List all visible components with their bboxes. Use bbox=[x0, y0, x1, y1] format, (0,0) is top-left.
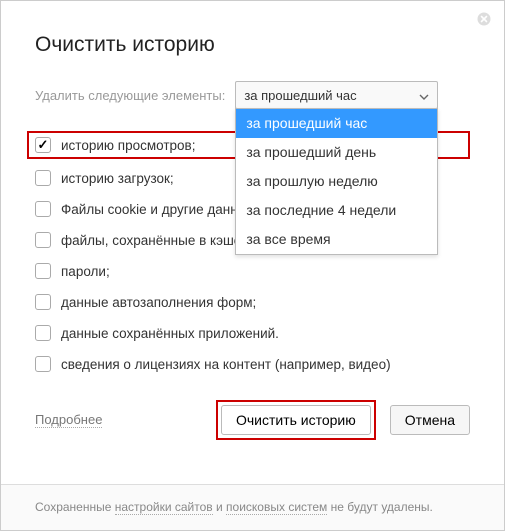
checkbox[interactable] bbox=[35, 263, 51, 279]
time-range-dropdown: за прошедший часза прошедший деньза прош… bbox=[235, 108, 438, 255]
actions-row: Подробнее Очистить историю Отмена bbox=[35, 400, 470, 440]
checkbox[interactable] bbox=[35, 137, 51, 153]
checkbox-row: данные сохранённых приложений. bbox=[35, 325, 470, 341]
checkbox-row: данные автозаполнения форм; bbox=[35, 294, 470, 310]
footer-link-sites[interactable]: настройки сайтов bbox=[115, 500, 213, 515]
dropdown-item[interactable]: за прошедший день bbox=[236, 138, 437, 167]
more-link[interactable]: Подробнее bbox=[35, 412, 102, 428]
checkbox-label: историю загрузок; bbox=[61, 171, 174, 186]
time-range-label: Удалить следующие элементы: bbox=[35, 88, 225, 103]
dropdown-item[interactable]: за последние 4 недели bbox=[236, 196, 437, 225]
checkbox[interactable] bbox=[35, 294, 51, 310]
checkbox[interactable] bbox=[35, 201, 51, 217]
time-range-row: Удалить следующие элементы: за прошедший… bbox=[35, 81, 470, 109]
dropdown-item[interactable]: за все время bbox=[236, 225, 437, 254]
checkbox-label: сведения о лицензиях на контент (наприме… bbox=[61, 357, 391, 372]
cancel-button[interactable]: Отмена bbox=[390, 405, 470, 435]
checkbox-label: данные сохранённых приложений. bbox=[61, 326, 279, 341]
dialog: Очистить историю Удалить следующие элеме… bbox=[0, 0, 505, 531]
footer-text: Сохраненные bbox=[35, 500, 115, 514]
checkbox[interactable] bbox=[35, 232, 51, 248]
time-range-value: за прошедший час bbox=[244, 88, 356, 103]
dialog-body: Очистить историю Удалить следующие элеме… bbox=[1, 1, 504, 458]
footer: Сохраненные настройки сайтов и поисковых… bbox=[1, 484, 504, 530]
time-range-select-wrap: за прошедший час за прошедший часза прош… bbox=[235, 81, 438, 109]
page-title: Очистить историю bbox=[35, 33, 470, 57]
checkbox[interactable] bbox=[35, 170, 51, 186]
footer-link-search[interactable]: поисковых систем bbox=[226, 500, 327, 515]
checkbox-label: файлы, сохранённые в кэше; bbox=[61, 233, 245, 248]
checkbox-label: пароли; bbox=[61, 264, 110, 279]
clear-button-highlight: Очистить историю bbox=[216, 400, 376, 440]
dropdown-item[interactable]: за прошедший час bbox=[236, 109, 437, 138]
dropdown-item[interactable]: за прошлую неделю bbox=[236, 167, 437, 196]
time-range-select[interactable]: за прошедший час bbox=[235, 81, 438, 109]
close-icon[interactable] bbox=[476, 11, 492, 27]
button-group: Очистить историю Отмена bbox=[216, 400, 470, 440]
checkbox-label: данные автозаполнения форм; bbox=[61, 295, 256, 310]
checkbox-label: историю просмотров; bbox=[61, 138, 195, 153]
checkbox-row: пароли; bbox=[35, 263, 470, 279]
footer-text: не будут удалены. bbox=[327, 500, 433, 514]
checkbox[interactable] bbox=[35, 325, 51, 341]
chevron-down-icon bbox=[419, 88, 429, 103]
checkbox-row: сведения о лицензиях на контент (наприме… bbox=[35, 356, 470, 372]
checkbox[interactable] bbox=[35, 356, 51, 372]
clear-button[interactable]: Очистить историю bbox=[221, 405, 371, 435]
footer-text: и bbox=[213, 500, 226, 514]
